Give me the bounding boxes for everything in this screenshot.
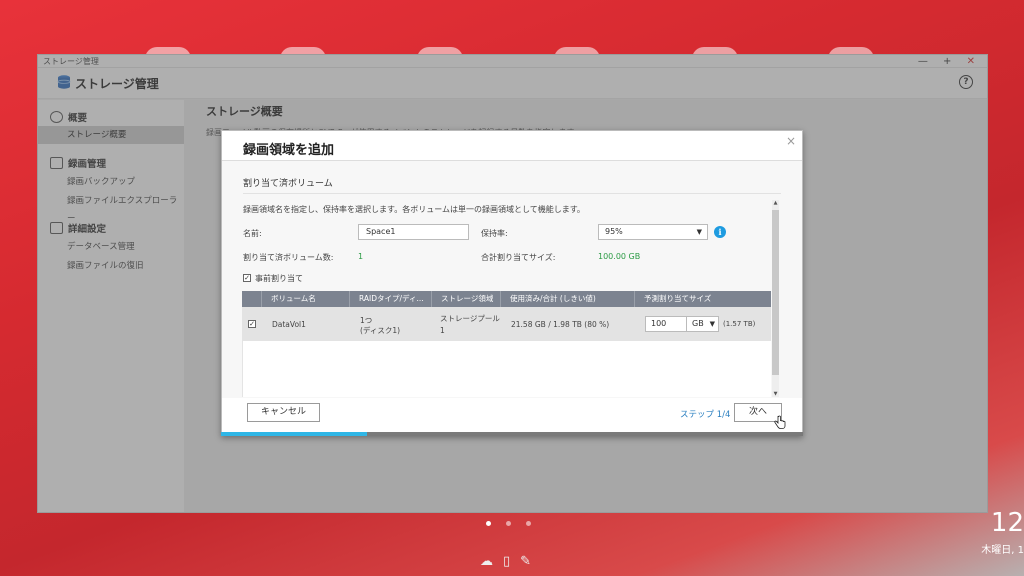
table-header: ボリューム名 RAIDタイプ/ディ... ストレージ領域 使用済み/合計 (しき… xyxy=(242,291,771,307)
table-header-usage[interactable]: 使用済み/合計 (しきい値) xyxy=(500,291,634,307)
retention-label: 保持率: xyxy=(481,229,508,238)
wizard-progress-fill xyxy=(221,432,367,436)
table-header-volume[interactable]: ボリューム名 xyxy=(261,291,349,307)
divider xyxy=(243,193,781,194)
dialog-title: 録画領域を追加 xyxy=(243,143,335,158)
alloc-size-input[interactable]: 100 xyxy=(645,316,687,332)
table-header-select xyxy=(242,291,261,307)
alloc-max: (1.57 TB) xyxy=(723,320,756,328)
scroll-down-icon[interactable]: ▼ xyxy=(772,391,779,397)
instruction-text: 録画領域名を指定し、保持率を選択します。各ボリュームは単一の録画領域として機能し… xyxy=(243,205,585,214)
page-dot[interactable] xyxy=(526,521,531,526)
table-header-raid[interactable]: RAIDタイプ/ディ... xyxy=(349,291,431,307)
total-size-label: 合計割り当てサイズ: xyxy=(481,253,556,262)
alloc-unit-select[interactable]: GB ▼ xyxy=(686,316,719,332)
chevron-down-icon: ▼ xyxy=(696,228,702,236)
total-size-value: 100.00 GB xyxy=(598,252,641,261)
table-header-pool[interactable]: ストレージ領域 xyxy=(431,291,500,307)
clock-date: 木曜日, 1 xyxy=(981,545,1024,556)
dialog-scrollbar[interactable]: ▲ ▼ xyxy=(772,200,779,397)
storage-pool-number: 1 xyxy=(440,326,445,335)
volume-name: DataVol1 xyxy=(272,320,306,329)
book-icon[interactable]: ▯ xyxy=(503,554,520,569)
retention-select[interactable]: 95% ▼ xyxy=(598,224,708,240)
dock: ☁▯✎ xyxy=(480,554,541,569)
page-dot[interactable] xyxy=(486,521,491,526)
hand-cursor-icon xyxy=(774,415,786,429)
table-header-alloc[interactable]: 予測割り当てサイズ xyxy=(634,291,771,307)
raid-disks: (ディスク1) xyxy=(360,326,401,335)
storage-pool: ストレージプール xyxy=(440,314,500,323)
cancel-button[interactable]: キャンセル xyxy=(247,403,320,422)
info-icon[interactable]: i xyxy=(714,226,726,238)
clock-time: 12 xyxy=(990,508,1024,538)
wizard-progress-bar xyxy=(221,432,803,436)
scroll-thumb[interactable] xyxy=(772,210,779,375)
close-icon[interactable]: × xyxy=(786,134,796,148)
usage-value: 21.58 GB / 1.98 TB (80 %) xyxy=(511,320,610,329)
preallocate-label: 事前割り当て xyxy=(255,274,303,283)
cloud-icon[interactable]: ☁ xyxy=(480,554,503,569)
step-indicator: ステップ 1/4 xyxy=(680,410,731,420)
allocated-count-value: 1 xyxy=(358,252,364,261)
preallocate-checkbox[interactable]: ✓ xyxy=(243,274,251,282)
page-dot[interactable] xyxy=(506,521,511,526)
name-label: 名前: xyxy=(243,229,262,238)
scroll-up-icon[interactable]: ▲ xyxy=(772,200,779,206)
chevron-down-icon: ▼ xyxy=(709,320,715,328)
edit-icon[interactable]: ✎ xyxy=(520,554,541,569)
name-input[interactable]: Space1 xyxy=(358,224,469,240)
row-checkbox[interactable]: ✓ xyxy=(248,320,256,328)
table-empty-area xyxy=(242,341,771,397)
page-dots xyxy=(486,519,546,529)
table-row[interactable]: ✓ DataVol1 1つ (ディスク1) ストレージプール 1 21.58 G… xyxy=(242,307,771,341)
section-subtitle: 割り当て済ボリューム xyxy=(243,179,333,189)
allocated-count-label: 割り当て済ボリューム数: xyxy=(243,253,334,262)
